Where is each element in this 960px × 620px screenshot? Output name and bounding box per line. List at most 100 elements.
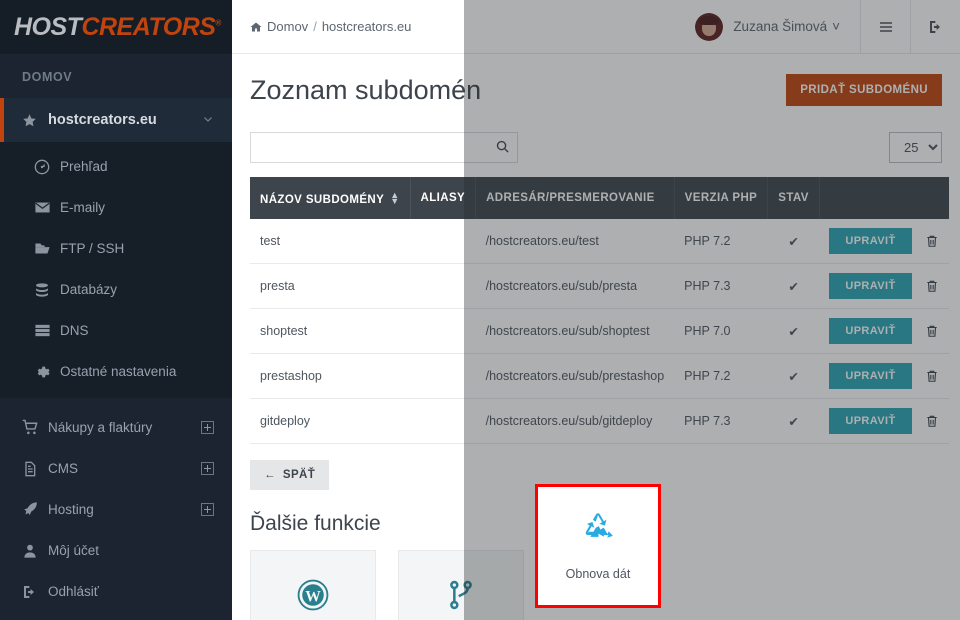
arrow-left-icon: ← — [264, 469, 276, 481]
brand-logo[interactable]: HOSTCREATORS® — [0, 0, 232, 54]
sidebar-domain-submenu: Prehľad E-maily FTP / SSH Databázy DNS O… — [0, 142, 232, 398]
cell-aliases — [410, 353, 476, 399]
add-subdomain-button[interactable]: PRIDAŤ SUBDOMÉNU — [786, 74, 942, 106]
edit-button[interactable]: UPRAVIŤ — [829, 273, 912, 299]
cell-php-version: PHP 7.3 — [674, 398, 768, 444]
sidebar-item-label: Nákupy a flaktúry — [48, 420, 153, 435]
edit-button[interactable]: UPRAVIŤ — [829, 318, 912, 344]
edit-button[interactable]: UPRAVIŤ — [829, 363, 912, 389]
cell-status: ✔ — [767, 308, 820, 354]
trash-icon[interactable] — [925, 414, 939, 428]
table-row[interactable]: shoptest /hostcreators.eu/sub/shoptest P… — [250, 308, 950, 354]
back-button[interactable]: ← SPÄŤ — [250, 460, 330, 490]
trash-icon[interactable] — [925, 369, 939, 383]
card-data-restore[interactable]: Obnova dát — [535, 484, 661, 608]
sidebar-section-title: DOMOV — [0, 54, 232, 98]
column-header-name[interactable]: NÁZOV SUBDOMÉNY ▲ ▼ — [250, 177, 411, 219]
table-row[interactable]: test /hostcreators.eu/test PHP 7.2 ✔ UPR… — [250, 219, 950, 264]
table-row[interactable]: gitdeploy /hostcreators.eu/sub/gitdeploy… — [250, 398, 950, 444]
sidebar-item-dns[interactable]: DNS — [0, 310, 232, 351]
cell-path: /hostcreators.eu/sub/presta — [475, 263, 675, 309]
sort-icon: ▲ ▼ — [390, 189, 400, 206]
search-box — [250, 132, 518, 163]
page-title: Zoznam subdomén — [250, 74, 482, 105]
sidebar-item-ostatne-nastavenia[interactable]: Ostatné nastavenia — [0, 351, 232, 392]
card-install-applications[interactable]: W Inštalácia aplikácií — [250, 550, 376, 620]
sidebar-item-hostcreators-eu[interactable]: hostcreators.eu — [0, 98, 232, 142]
page-header: Zoznam subdomén PRIDAŤ SUBDOMÉNU — [250, 54, 942, 110]
sidebar-item-label: Databázy — [60, 282, 118, 297]
cell-aliases — [410, 219, 476, 264]
table-header-row: NÁZOV SUBDOMÉNY ▲ ▼ ALIASY ADRESÁR/PRESMER… — [250, 177, 950, 219]
cell-actions: UPRAVIŤ — [819, 219, 950, 264]
breadcrumb-home-link[interactable]: Domov — [267, 19, 308, 34]
sidebar-item-nakupy-a-faktury[interactable]: Nákupy a flaktúry — [0, 407, 232, 448]
star-icon — [22, 113, 48, 128]
cell-path: /hostcreators.eu/sub/prestashop — [475, 353, 675, 399]
sidebar-item-label: Ostatné nastavenia — [60, 364, 177, 379]
sidebar-item-emaily[interactable]: E-maily — [0, 187, 232, 228]
table-row[interactable]: presta /hostcreators.eu/sub/presta PHP 7… — [250, 263, 950, 309]
sidebar-item-moj-ucet[interactable]: Môj účet — [0, 530, 232, 571]
edit-button[interactable]: UPRAVIŤ — [829, 228, 912, 254]
avatar[interactable] — [695, 12, 724, 41]
gear-icon — [34, 364, 60, 380]
hamburger-icon[interactable] — [860, 0, 910, 54]
rocket-icon — [22, 501, 48, 518]
sidebar-item-label: CMS — [48, 461, 78, 476]
card-git-applications[interactable]: Zoznam GIT aplikácií — [398, 550, 524, 620]
sidebar-item-cms[interactable]: CMS — [0, 448, 232, 489]
cell-subdomain-name: test — [250, 219, 411, 264]
trash-icon[interactable] — [925, 234, 939, 248]
expand-plus-icon[interactable] — [201, 503, 214, 516]
table-head: NÁZOV SUBDOMÉNY ▲ ▼ ALIASY ADRESÁR/PRESMER… — [250, 177, 950, 219]
sidebar-item-prehlad[interactable]: Prehľad — [0, 146, 232, 187]
user-name-label: Zuzana Šimová — [733, 19, 828, 34]
cell-status: ✔ — [767, 353, 820, 399]
column-label: NÁZOV SUBDOMÉNY — [260, 193, 385, 206]
sidebar-item-databazy[interactable]: Databázy — [0, 269, 232, 310]
column-header-path: ADRESÁR/PRESMEROVANIE — [475, 177, 675, 219]
edit-button[interactable]: UPRAVIŤ — [829, 408, 912, 434]
logout-icon[interactable] — [910, 0, 960, 54]
document-icon — [22, 461, 48, 477]
cell-actions: UPRAVIŤ — [819, 398, 950, 444]
cell-status: ✔ — [767, 219, 820, 264]
sidebar-item-label: DNS — [60, 323, 89, 338]
subdomains-table: NÁZOV SUBDOMÉNY ▲ ▼ ALIASY ADRESÁR/PRESMER… — [250, 177, 950, 444]
cell-subdomain-name: shoptest — [250, 308, 411, 354]
back-button-label: SPÄŤ — [282, 469, 316, 481]
logo-host-part: HOST — [14, 12, 82, 41]
search-icon[interactable] — [495, 139, 510, 159]
trash-icon[interactable] — [925, 279, 939, 293]
table-row[interactable]: prestashop /hostcreators.eu/sub/prestash… — [250, 353, 950, 399]
cell-path: /hostcreators.eu/test — [475, 219, 675, 264]
cell-actions: UPRAVIŤ — [819, 263, 950, 309]
expand-plus-icon[interactable] — [201, 421, 214, 434]
sidebar-item-hosting[interactable]: Hosting — [0, 489, 232, 530]
avatar-fringe — [699, 15, 720, 25]
table-body: test /hostcreators.eu/test PHP 7.2 ✔ UPR… — [250, 219, 950, 444]
recycle-icon — [581, 512, 615, 551]
user-icon — [22, 543, 48, 559]
cell-aliases — [410, 308, 476, 354]
cell-subdomain-name: prestashop — [250, 353, 411, 399]
search-input[interactable] — [250, 132, 518, 163]
cell-php-version: PHP 7.2 — [674, 353, 768, 399]
column-header-php: VERZIA PHP — [674, 177, 769, 219]
topbar-right: Zuzana Šimová ˅ — [695, 0, 960, 54]
server-icon — [34, 322, 60, 339]
dashboard-icon — [34, 159, 60, 175]
cell-php-version: PHP 7.2 — [674, 219, 768, 264]
user-menu[interactable]: Zuzana Šimová ˅ — [733, 19, 860, 34]
per-page-select[interactable]: 25 — [889, 132, 942, 163]
trash-icon[interactable] — [925, 324, 939, 338]
expand-plus-icon[interactable] — [201, 462, 214, 475]
sidebar-item-odhlasit[interactable]: Odhlásiť — [0, 571, 232, 612]
chevron-down-icon — [202, 113, 214, 128]
logo-registered-mark: ® — [215, 18, 221, 28]
sidebar-item-ftp-ssh[interactable]: FTP / SSH — [0, 228, 232, 269]
cell-php-version: PHP 7.3 — [674, 263, 768, 309]
sidebar-item-label: hostcreators.eu — [48, 112, 157, 128]
sidebar-item-label: Môj účet — [48, 543, 100, 558]
